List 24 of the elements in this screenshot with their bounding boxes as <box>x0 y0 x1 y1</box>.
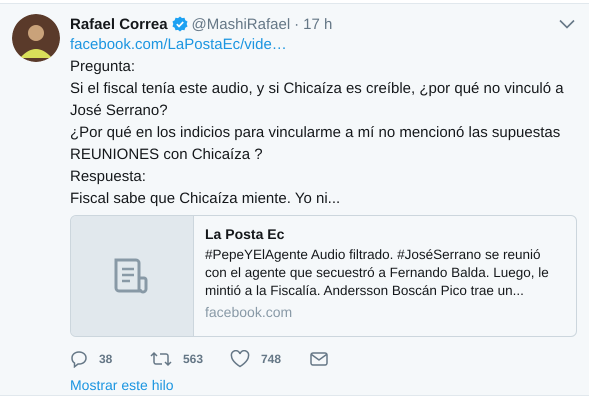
retweet-icon[interactable] <box>150 351 172 367</box>
tweet-text: Pregunta: <box>70 57 136 77</box>
tweet-text: Si el fiscal tenía este audio, y si Chicaíza es creíble, ¿por qué no vinculó a José Serrano? <box>70 79 565 121</box>
tweet-text: Respuesta: <box>70 167 147 187</box>
link-preview-card[interactable]: La Posta Ec #PepeYElAgente Audio filtrado. #JoséSerrano se reunió con el agente que secuestró a Fernando Balda. Luego, le mintió a la Fiscalía. Andersson Boscán Pico trae un... facebook.com <box>70 215 577 337</box>
card-domain: facebook.com <box>205 303 294 322</box>
card-title: La Posta Ec <box>205 225 286 244</box>
avatar[interactable] <box>12 14 60 62</box>
author-name[interactable]: Rafael Correa <box>70 16 168 32</box>
action-count: 563 <box>183 352 204 366</box>
chevron-down-icon[interactable] <box>559 19 575 29</box>
user-handle[interactable]: @MashiRafael <box>192 16 290 32</box>
reply-icon[interactable] <box>70 350 88 368</box>
heart-icon[interactable] <box>230 350 250 368</box>
tweet-text: ¿Por qué en los indicios para vincularme a mí no mencionó las supuestas REUNIONES con Chicaíza ? <box>70 123 562 165</box>
action-count: 748 <box>261 352 282 366</box>
separator-dot: · <box>294 16 300 32</box>
link[interactable]: facebook.com/LaPostaEc/vide… <box>70 34 577 56</box>
card-description: #PepeYElAgente Audio filtrado. #JoséSerrano se reunió con el agente que secuestró a Fernando Balda. Luego, le mintió a la Fiscalía. Andersson Boscán Pico trae un... <box>205 246 550 300</box>
show-thread-link[interactable]: Mostrar este hilo <box>70 377 577 393</box>
tweet-text: Fiscal sabe que Chicaíza miente. Yo ni... <box>70 189 342 209</box>
timestamp[interactable]: 17 h <box>303 16 332 32</box>
action-count: 38 <box>99 352 112 366</box>
envelope-icon[interactable] <box>310 351 328 367</box>
